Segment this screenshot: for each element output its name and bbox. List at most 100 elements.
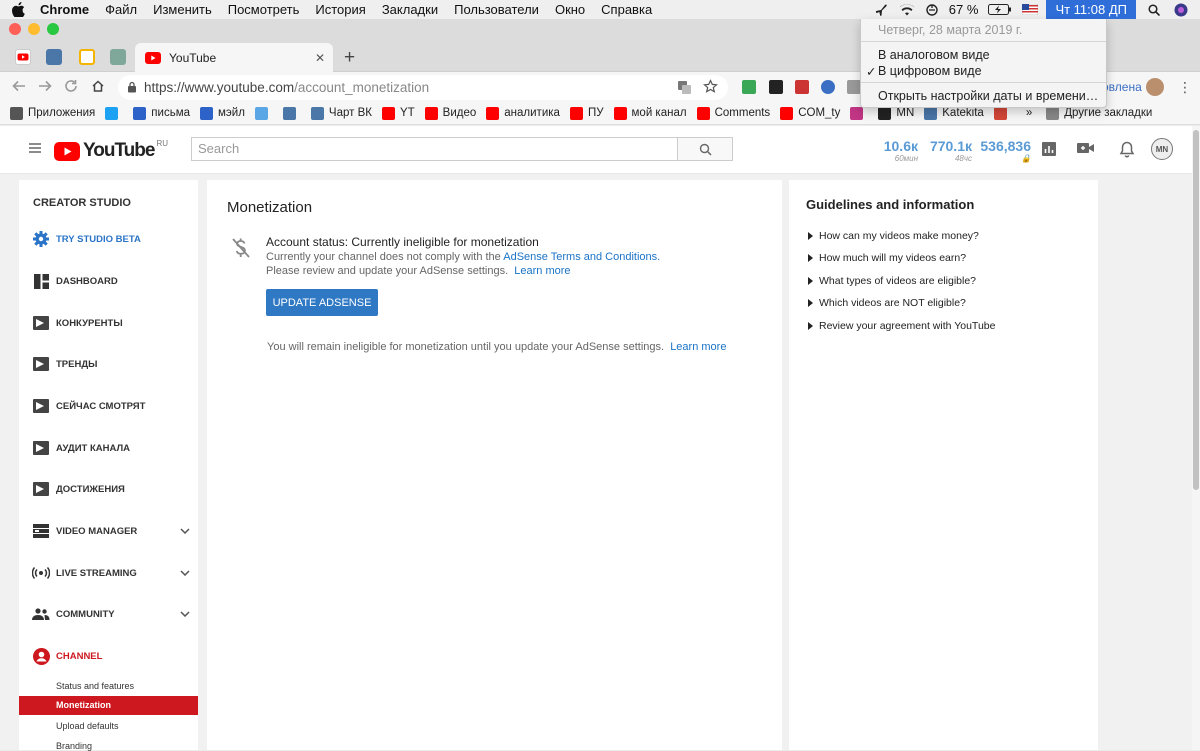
- bookmark-item[interactable]: COM_ty: [780, 106, 840, 120]
- bookmark-item[interactable]: MN: [878, 106, 914, 120]
- pinned-tab-chrome[interactable]: [79, 49, 95, 65]
- pinned-tab-am[interactable]: [46, 49, 62, 65]
- menu-edit[interactable]: Изменить: [153, 2, 212, 17]
- chrome-menu-icon[interactable]: ⋮: [1178, 79, 1192, 96]
- pinned-tab-k[interactable]: [110, 49, 126, 65]
- bookmark-item[interactable]: Katekita: [924, 106, 984, 120]
- sidebar-item-achievements[interactable]: ДОСТИЖЕНИЯ: [32, 480, 192, 498]
- apple-menu-icon[interactable]: [12, 2, 28, 17]
- flag-input-source-icon[interactable]: [1022, 4, 1039, 15]
- sidebar-item-watching-now[interactable]: СЕЙЧАС СМОТРЯТ: [32, 397, 192, 415]
- spotlight-search-icon[interactable]: [1148, 3, 1160, 16]
- scrollbar-thumb[interactable]: [1193, 130, 1199, 490]
- bookmark-item[interactable]: [105, 106, 123, 120]
- bookmarks-overflow-button[interactable]: »: [1026, 107, 1032, 119]
- sidebar-subitem-status-features[interactable]: Status and features: [56, 681, 134, 691]
- adsense-terms-link[interactable]: AdSense Terms and Conditions.: [503, 251, 660, 263]
- extension-icon[interactable]: [795, 80, 809, 94]
- sidebar-item-channel-audit[interactable]: АУДИТ КАНАЛА: [32, 439, 192, 457]
- forward-button[interactable]: [38, 79, 52, 93]
- learn-more-link[interactable]: Learn more: [514, 265, 570, 277]
- reload-button[interactable]: [64, 79, 78, 93]
- menu-bookmarks[interactable]: Закладки: [382, 2, 438, 17]
- bookmark-item[interactable]: [254, 106, 273, 120]
- bookmark-star-icon[interactable]: [703, 79, 718, 94]
- other-bookmarks-folder[interactable]: Другие закладки: [1046, 106, 1152, 120]
- home-button[interactable]: [91, 79, 105, 93]
- menu-file[interactable]: Файл: [105, 2, 137, 17]
- sidebar-subitem-monetization[interactable]: Monetization: [19, 696, 198, 715]
- bookmark-item[interactable]: YT: [381, 106, 415, 120]
- bookmark-item[interactable]: мой канал: [613, 106, 687, 120]
- chevron-down-icon[interactable]: [180, 570, 190, 576]
- search-button[interactable]: [678, 137, 733, 161]
- menu-history[interactable]: История: [315, 2, 365, 17]
- sidebar-item-trends[interactable]: ТРЕНДЫ: [32, 355, 192, 373]
- profile-button-label[interactable]: овлена: [1102, 80, 1142, 94]
- update-adsense-button[interactable]: UPDATE ADSENSE: [266, 289, 378, 316]
- battery-percent[interactable]: 67 %: [949, 2, 979, 17]
- menu-people[interactable]: Пользователи: [454, 2, 539, 17]
- zoom-window-button[interactable]: [47, 23, 59, 35]
- bookmark-item[interactable]: мэйл: [200, 106, 245, 120]
- menubar-clock[interactable]: Чт 11:08 ДП: [1046, 0, 1136, 19]
- airplane-icon[interactable]: [875, 3, 889, 17]
- bookmark-item[interactable]: ПУ: [569, 106, 604, 120]
- tab-youtube[interactable]: YouTube ✕: [135, 43, 333, 73]
- extension-icon[interactable]: [742, 80, 756, 94]
- sidebar-item-video-manager[interactable]: VIDEO MANAGER: [32, 522, 192, 540]
- minimize-window-button[interactable]: [28, 23, 40, 35]
- sidebar-item-dashboard[interactable]: DASHBOARD: [32, 272, 192, 290]
- new-tab-button[interactable]: +: [344, 47, 355, 69]
- wifi-icon[interactable]: [899, 3, 915, 16]
- address-bar[interactable]: https://www.youtube.com/account_monetiza…: [118, 75, 728, 100]
- bookmark-item[interactable]: [993, 106, 1012, 120]
- clock-menu-digital[interactable]: ✓ В цифровом виде: [866, 64, 982, 79]
- menu-app-name[interactable]: Chrome: [40, 2, 89, 17]
- upload-video-icon[interactable]: [1077, 141, 1094, 155]
- bookmark-item[interactable]: Comments: [696, 106, 770, 120]
- youtube-logo[interactable]: YouTube RU: [54, 139, 168, 162]
- bookmark-item[interactable]: письма: [133, 106, 190, 120]
- sidebar-item-try-studio-beta[interactable]: TRY STUDIO BETA: [32, 230, 192, 248]
- bookmark-item[interactable]: [850, 106, 868, 120]
- analytics-icon[interactable]: [1041, 141, 1057, 157]
- bookmark-item[interactable]: Приложения: [10, 106, 95, 120]
- account-avatar[interactable]: MN: [1151, 138, 1173, 160]
- sidebar-item-live-streaming[interactable]: LIVE STREAMING: [32, 564, 192, 582]
- chevron-down-icon[interactable]: [180, 528, 190, 534]
- sidebar-subitem-upload-defaults[interactable]: Upload defaults: [56, 721, 119, 731]
- close-window-button[interactable]: [9, 23, 21, 35]
- bookmark-item[interactable]: [282, 106, 301, 120]
- learn-more-link[interactable]: Learn more: [670, 341, 726, 353]
- sidebar-item-channel[interactable]: CHANNEL: [32, 647, 192, 665]
- battery-icon[interactable]: [988, 4, 1012, 15]
- menu-window[interactable]: Окно: [555, 2, 585, 17]
- search-input[interactable]: Search: [191, 137, 678, 161]
- guideline-item[interactable]: Review your agreement with YouTube: [808, 320, 995, 332]
- extension-icon[interactable]: [847, 80, 861, 94]
- guideline-item[interactable]: How much will my videos earn?: [808, 252, 966, 264]
- siri-icon[interactable]: [1174, 3, 1188, 17]
- bookmark-item[interactable]: Чарт ВК: [310, 106, 372, 120]
- extension-icon[interactable]: [769, 80, 783, 94]
- bookmark-item[interactable]: Видео: [424, 106, 476, 120]
- menu-help[interactable]: Справка: [601, 2, 652, 17]
- page-scrollbar[interactable]: [1192, 126, 1200, 750]
- pinned-tab-youtube[interactable]: [15, 49, 31, 65]
- extension-icon[interactable]: [821, 80, 835, 94]
- sidebar-item-competitors[interactable]: КОНКУРЕНТЫ: [32, 314, 192, 332]
- bookmark-item[interactable]: аналитика: [486, 106, 560, 120]
- hamburger-menu-icon[interactable]: [29, 143, 41, 153]
- translate-icon[interactable]: [677, 80, 692, 95]
- clock-menu-date-time-settings[interactable]: Открыть настройки даты и времени…: [878, 89, 1098, 103]
- guideline-item[interactable]: Which videos are NOT eligible?: [808, 297, 966, 309]
- sidebar-item-community[interactable]: COMMUNITY: [32, 605, 192, 623]
- chevron-down-icon[interactable]: [180, 611, 190, 617]
- close-tab-icon[interactable]: ✕: [315, 51, 325, 65]
- profile-avatar[interactable]: [1146, 78, 1164, 96]
- sync-icon[interactable]: [925, 3, 939, 17]
- clock-menu-analog[interactable]: В аналоговом виде: [878, 48, 990, 62]
- back-button[interactable]: [12, 79, 26, 93]
- guideline-item[interactable]: How can my videos make money?: [808, 230, 979, 242]
